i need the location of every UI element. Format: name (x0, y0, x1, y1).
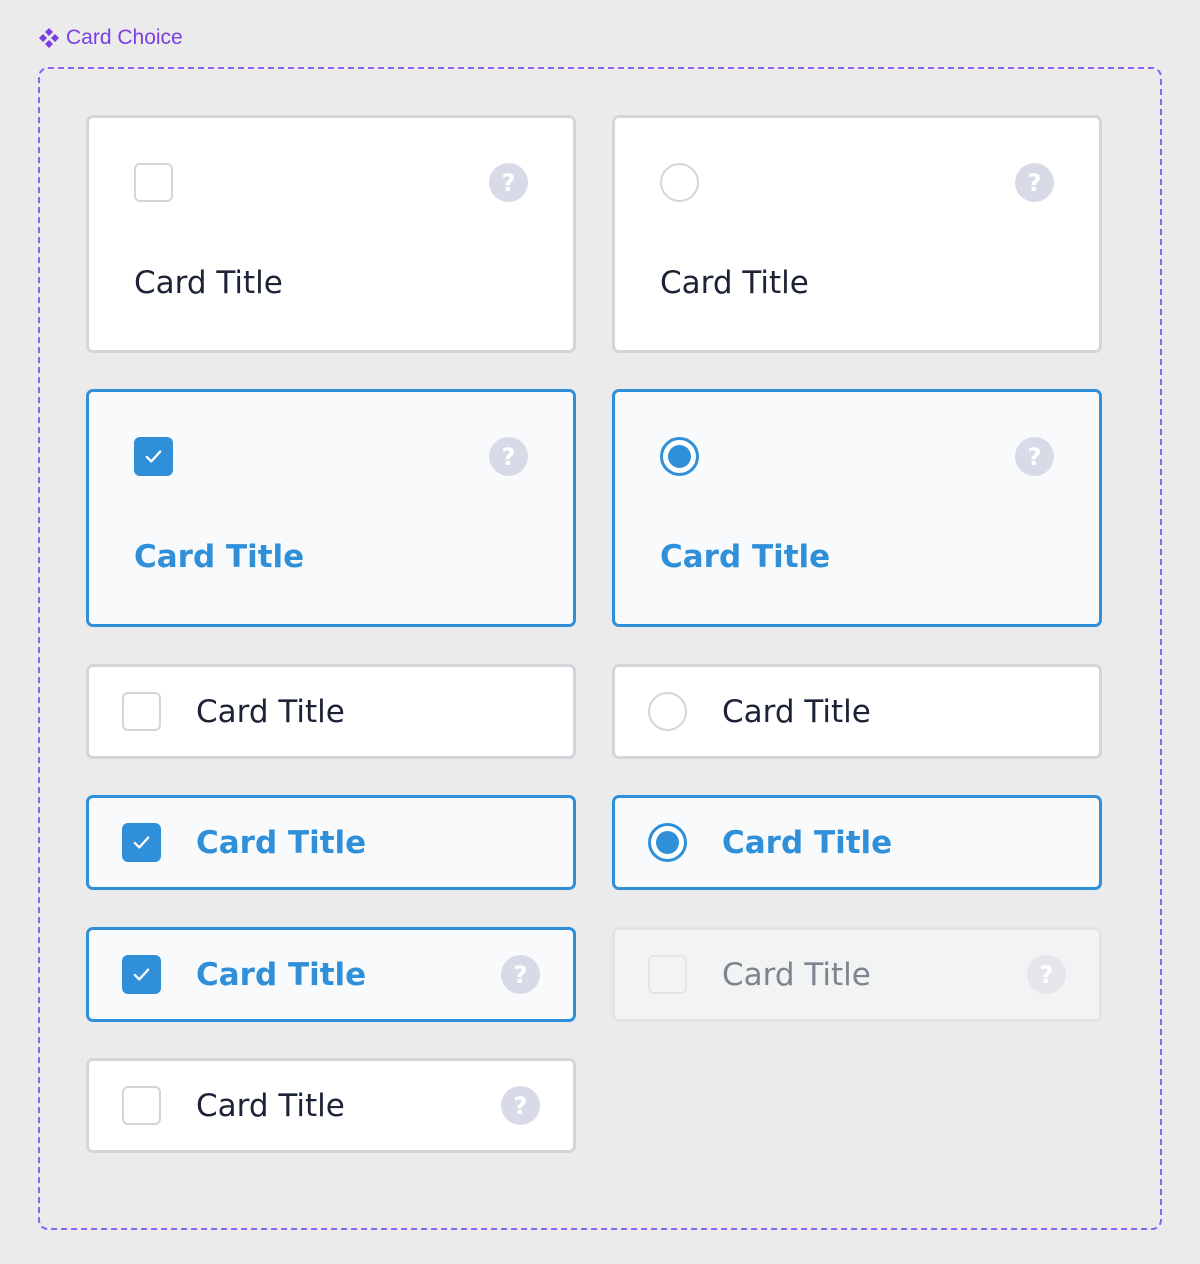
card-checkbox-unchecked-tall[interactable]: ? Card Title (86, 115, 576, 353)
help-icon[interactable]: ? (1015, 437, 1054, 476)
card-title: Card Title (722, 825, 893, 861)
card-title: Card Title (722, 694, 871, 730)
component-icon (39, 28, 59, 48)
radio-button[interactable] (660, 163, 699, 202)
help-icon[interactable]: ? (489, 163, 528, 202)
help-icon[interactable]: ? (501, 1086, 540, 1125)
radio-button[interactable] (648, 692, 687, 731)
card-checkbox-unchecked-help[interactable]: Card Title ? (86, 1058, 576, 1153)
help-icon[interactable]: ? (1015, 163, 1054, 202)
card-checkbox-unchecked[interactable]: Card Title (86, 664, 576, 759)
card-title: Card Title (196, 825, 367, 861)
checkbox-disabled (648, 955, 687, 994)
card-title: Card Title (660, 539, 831, 575)
card-radio-selected-tall[interactable]: ? Card Title (612, 389, 1102, 627)
radio-button-selected[interactable] (660, 437, 699, 476)
checkbox[interactable] (122, 692, 161, 731)
card-radio-unselected[interactable]: Card Title (612, 664, 1102, 759)
radio-button-selected[interactable] (648, 823, 687, 862)
card-title: Card Title (134, 265, 283, 301)
card-title: Card Title (196, 957, 367, 993)
help-icon[interactable]: ? (501, 955, 540, 994)
help-icon: ? (1027, 955, 1066, 994)
frame-label: Card Choice (38, 26, 183, 50)
checkbox-checked[interactable] (134, 437, 173, 476)
frame-label-text: Card Choice (66, 26, 183, 49)
check-icon (133, 968, 150, 981)
card-checkbox-checked-tall[interactable]: ? Card Title (86, 389, 576, 627)
checkbox[interactable] (134, 163, 173, 202)
help-icon[interactable]: ? (489, 437, 528, 476)
card-checkbox-disabled: Card Title ? (612, 927, 1102, 1022)
card-checkbox-checked[interactable]: Card Title (86, 795, 576, 890)
checkbox[interactable] (122, 1086, 161, 1125)
checkbox-checked[interactable] (122, 955, 161, 994)
card-title: Card Title (660, 265, 809, 301)
check-icon (133, 836, 150, 849)
card-title: Card Title (134, 539, 305, 575)
card-checkbox-checked-help[interactable]: Card Title ? (86, 927, 576, 1022)
check-icon (145, 450, 162, 463)
card-title: Card Title (196, 694, 345, 730)
checkbox-checked[interactable] (122, 823, 161, 862)
card-title: Card Title (722, 957, 871, 993)
card-title: Card Title (196, 1088, 345, 1124)
card-radio-unselected-tall[interactable]: ? Card Title (612, 115, 1102, 353)
card-radio-selected[interactable]: Card Title (612, 795, 1102, 890)
